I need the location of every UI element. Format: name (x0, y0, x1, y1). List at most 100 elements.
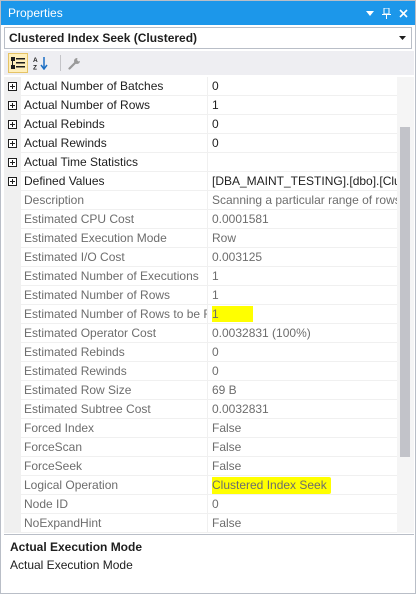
property-row[interactable]: Actual Number of Rows 1 (4, 96, 397, 115)
property-name: Actual Rewinds (24, 134, 208, 153)
property-value[interactable]: [DBA_MAINT_TESTING].[dbo].[Clu (212, 172, 397, 191)
row-gutter (4, 286, 21, 305)
window-menu-dropdown-icon[interactable] (361, 4, 378, 22)
property-row[interactable]: Estimated Number of Rows 1 (4, 286, 397, 305)
property-row[interactable]: Actual Rewinds 0 (4, 134, 397, 153)
property-name: Estimated Number of Rows (24, 286, 208, 305)
window-title: Properties (8, 6, 63, 20)
property-row[interactable]: Estimated Rebinds 0 (4, 343, 397, 362)
property-value[interactable]: 0 (212, 362, 397, 381)
property-name: Actual Time Statistics (24, 153, 208, 172)
property-name: Actual Rebinds (24, 115, 208, 134)
property-row[interactable]: Actual Rebinds 0 (4, 115, 397, 134)
expand-plus-icon[interactable] (8, 120, 17, 129)
description-title: Actual Execution Mode (10, 540, 143, 554)
property-row[interactable]: Estimated Subtree Cost 0.0032831 (4, 400, 397, 419)
row-gutter (4, 514, 21, 533)
property-name: Estimated Number of Executions (24, 267, 208, 286)
row-gutter (4, 191, 21, 210)
property-row[interactable]: Actual Time Statistics (4, 153, 397, 172)
property-name: NoExpandHint (24, 514, 208, 533)
property-row[interactable]: Estimated Operator Cost 0.0032831 (100%) (4, 324, 397, 343)
property-value[interactable]: False (212, 457, 397, 476)
object-selector-value: Clustered Index Seek (Clustered) (9, 31, 198, 45)
categorized-icon[interactable] (8, 53, 28, 73)
property-row[interactable]: Estimated CPU Cost 0.0001581 (4, 210, 397, 229)
property-name: ForceSeek (24, 457, 208, 476)
property-row[interactable]: Defined Values [DBA_MAINT_TESTING].[dbo].… (4, 172, 397, 191)
property-name: Estimated Execution Mode (24, 229, 208, 248)
property-row[interactable]: ForceSeek False (4, 457, 397, 476)
expand-plus-icon[interactable] (8, 82, 17, 91)
property-row[interactable]: ForceScan False (4, 438, 397, 457)
property-row[interactable]: Estimated Rewinds 0 (4, 362, 397, 381)
property-row[interactable]: Estimated I/O Cost 0.003125 (4, 248, 397, 267)
row-gutter (4, 134, 21, 153)
property-row[interactable]: Description Scanning a particular range o… (4, 191, 397, 210)
scrollbar-thumb[interactable] (400, 127, 410, 457)
property-value[interactable]: 0.003125 (212, 248, 397, 267)
property-value[interactable]: 0.0032831 (212, 400, 397, 419)
row-gutter (4, 495, 21, 514)
title-bar[interactable]: Properties (1, 1, 415, 25)
expand-plus-icon[interactable] (8, 177, 17, 186)
svg-text:Z: Z (33, 65, 37, 71)
property-value[interactable]: Scanning a particular range of rows (212, 191, 397, 210)
property-value[interactable]: 0 (212, 134, 397, 153)
sort-az-icon[interactable]: A Z (31, 53, 51, 73)
property-name: Node ID (24, 495, 208, 514)
expand-plus-icon[interactable] (8, 101, 17, 110)
property-value[interactable]: 69 B (212, 381, 397, 400)
properties-toolbar: A Z (4, 51, 414, 75)
property-row[interactable]: Estimated Row Size 69 B (4, 381, 397, 400)
property-row[interactable]: Logical Operation Clustered Index Seek (4, 476, 397, 495)
property-value[interactable]: 0 (212, 343, 397, 362)
property-value[interactable]: 1 (212, 286, 397, 305)
property-value[interactable] (212, 153, 397, 172)
property-value[interactable]: Row (212, 229, 397, 248)
row-gutter (4, 267, 21, 286)
property-name: Estimated Rewinds (24, 362, 208, 381)
property-value[interactable]: 0 (212, 495, 397, 514)
property-value[interactable]: False (212, 419, 397, 438)
row-gutter (4, 153, 21, 172)
row-gutter (4, 172, 21, 191)
property-value[interactable]: 0.0001581 (212, 210, 397, 229)
property-row[interactable]: Forced Index False (4, 419, 397, 438)
property-row[interactable]: Estimated Number of Executions 1 (4, 267, 397, 286)
property-value[interactable]: 1 (212, 96, 397, 115)
property-value[interactable]: 0 (212, 115, 397, 134)
wrench-icon[interactable] (64, 53, 84, 73)
property-row[interactable]: Estimated Number of Rows to be R1 (4, 305, 397, 324)
property-name: Logical Operation (24, 476, 208, 495)
property-value[interactable]: Clustered Index Seek (212, 476, 397, 495)
toolbar-separator (60, 55, 61, 71)
property-value[interactable]: False (212, 438, 397, 457)
property-name: Description (24, 191, 208, 210)
expand-plus-icon[interactable] (8, 139, 17, 148)
row-gutter (4, 400, 21, 419)
row-gutter (4, 362, 21, 381)
row-gutter (4, 210, 21, 229)
description-text: Actual Execution Mode (10, 558, 133, 572)
chevron-down-icon[interactable] (394, 28, 411, 48)
pin-icon[interactable] (378, 4, 395, 22)
property-name: Estimated Operator Cost (24, 324, 208, 343)
vertical-scrollbar[interactable] (397, 77, 414, 533)
property-name: Actual Number of Rows (24, 96, 208, 115)
property-value[interactable]: 1 (212, 305, 397, 324)
property-value[interactable]: 0 (212, 77, 397, 96)
expand-plus-icon[interactable] (8, 158, 17, 167)
close-icon[interactable] (395, 4, 412, 22)
property-row[interactable]: Actual Number of Batches 0 (4, 77, 397, 96)
property-row[interactable]: Estimated Execution Mode Row (4, 229, 397, 248)
object-selector-dropdown[interactable]: Clustered Index Seek (Clustered) (4, 27, 412, 49)
property-value[interactable]: 1 (212, 267, 397, 286)
property-value[interactable]: False (212, 514, 397, 533)
highlighted-value: 1 (212, 306, 253, 322)
property-name: Forced Index (24, 419, 208, 438)
row-gutter (4, 476, 21, 495)
property-value[interactable]: 0.0032831 (100%) (212, 324, 397, 343)
property-row[interactable]: Node ID 0 (4, 495, 397, 514)
property-row[interactable]: NoExpandHint False (4, 514, 397, 533)
